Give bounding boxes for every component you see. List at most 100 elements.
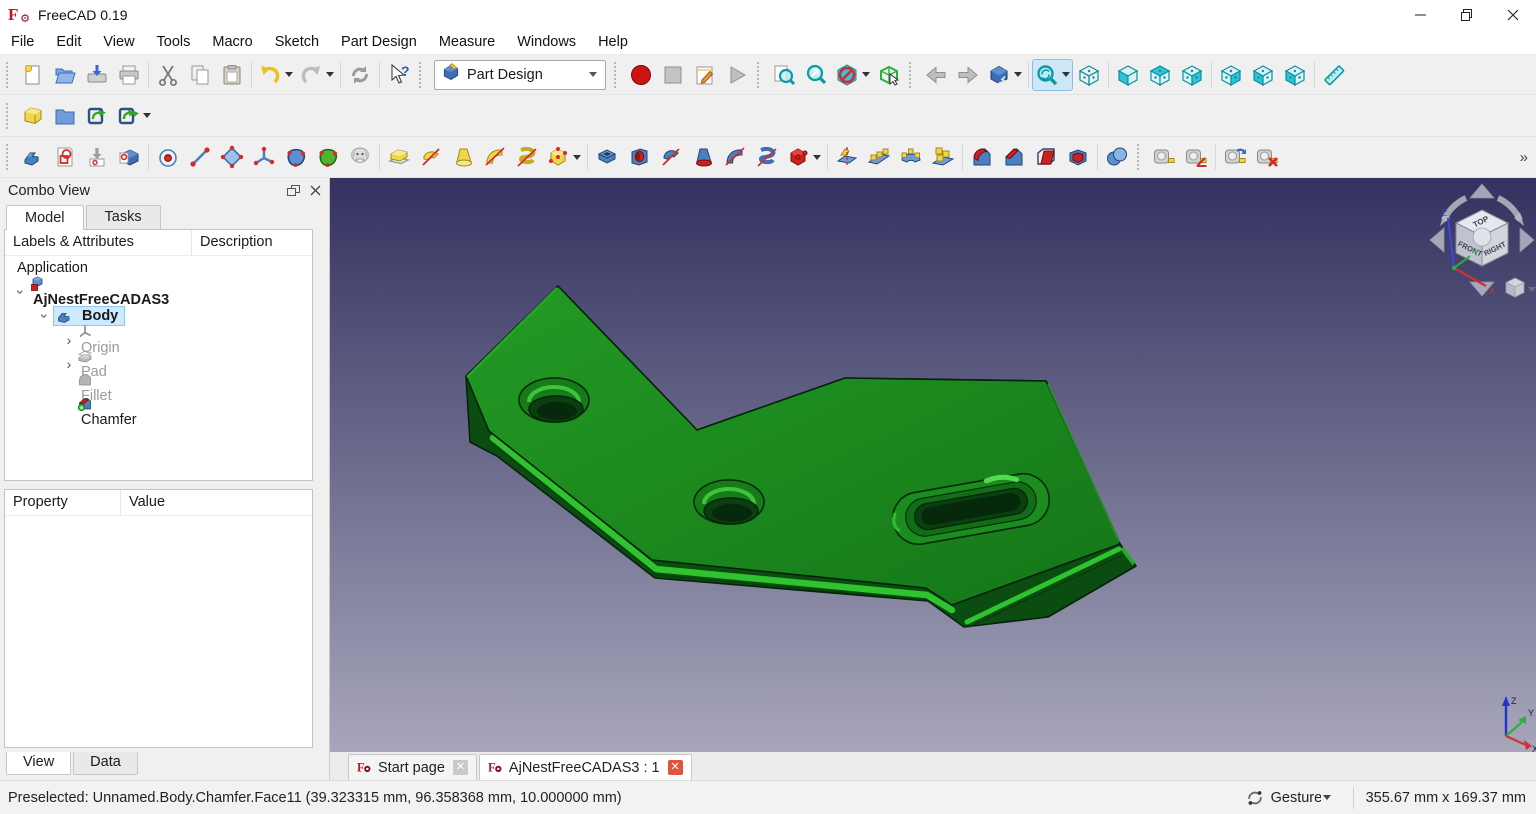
link-button[interactable] <box>81 100 113 132</box>
close-panel-icon[interactable] <box>310 185 321 196</box>
tree-expand-icon[interactable]: › <box>61 356 77 372</box>
dropdown-caret-icon[interactable] <box>285 72 293 77</box>
dropdown-caret-icon[interactable] <box>573 155 581 160</box>
addhelix-button[interactable] <box>511 141 543 173</box>
menu-measure[interactable]: Measure <box>428 30 506 55</box>
body-button[interactable] <box>17 141 49 173</box>
new-button[interactable] <box>17 59 49 91</box>
subhelix-button[interactable] <box>751 141 783 173</box>
sketchmap-button[interactable] <box>113 141 145 173</box>
copy-button[interactable] <box>184 59 216 91</box>
fitsel-button[interactable] <box>800 59 832 91</box>
menu-tools[interactable]: Tools <box>146 30 202 55</box>
menu-windows[interactable]: Windows <box>506 30 587 55</box>
nav-style-selector[interactable]: Gesture <box>1271 790 1321 806</box>
mlinear-button[interactable] <box>1148 141 1180 173</box>
revolve-button[interactable] <box>415 141 447 173</box>
record-button[interactable] <box>625 59 657 91</box>
restore-button[interactable] <box>1444 0 1490 30</box>
mangle-button[interactable] <box>1180 141 1212 173</box>
dpoint-button[interactable] <box>152 141 184 173</box>
subprim-button[interactable] <box>783 141 824 173</box>
sketchedit-button[interactable] <box>81 141 113 173</box>
hole-button[interactable] <box>623 141 655 173</box>
menu-view[interactable]: View <box>92 30 145 55</box>
tree-item-fillet[interactable]: Fillet <box>5 376 312 400</box>
menu-help[interactable]: Help <box>587 30 639 55</box>
tab-close-icon[interactable]: ✕ <box>668 760 683 775</box>
tab-data[interactable]: Data <box>73 752 138 775</box>
bindergreen-button[interactable] <box>312 141 344 173</box>
multitrans-button[interactable] <box>927 141 959 173</box>
addpipe-button[interactable] <box>479 141 511 173</box>
minimize-button[interactable] <box>1398 0 1444 30</box>
toolbar-grip[interactable] <box>6 62 14 88</box>
workbench-selector[interactable]: Part Design <box>434 60 606 90</box>
open-button[interactable] <box>49 59 81 91</box>
tree-item-pad[interactable]: ›Pad <box>5 352 312 376</box>
dropdown-caret-icon[interactable] <box>326 72 334 77</box>
document-tab-ajnestfreecadas3-1[interactable]: FAjNestFreeCADAS3 : 1✕ <box>479 754 692 780</box>
float-panel-icon[interactable] <box>287 185 300 197</box>
fillet-button[interactable] <box>966 141 998 173</box>
drawstyle-button[interactable] <box>984 59 1025 91</box>
tree-item-chamfer[interactable]: Chamfer <box>5 400 312 424</box>
cubeaxo-button[interactable] <box>1073 59 1105 91</box>
tab-tasks[interactable]: Tasks <box>86 205 161 229</box>
groove-button[interactable] <box>655 141 687 173</box>
tree-expand-icon[interactable]: › <box>61 332 77 348</box>
toolbar-grip[interactable] <box>419 62 427 88</box>
menu-sketch[interactable]: Sketch <box>264 30 330 55</box>
subloft-button[interactable] <box>687 141 719 173</box>
boxsel-button[interactable] <box>873 59 905 91</box>
cubetop-button[interactable] <box>1144 59 1176 91</box>
paste-button[interactable] <box>216 59 248 91</box>
cuberight-button[interactable] <box>1176 59 1208 91</box>
cubebottom-button[interactable] <box>1247 59 1279 91</box>
dropdown-caret-icon[interactable] <box>1014 72 1022 77</box>
thickness-button[interactable] <box>1062 141 1094 173</box>
undo-button[interactable] <box>255 59 296 91</box>
toolbar-grip[interactable] <box>614 62 622 88</box>
draft-button[interactable] <box>1030 141 1062 173</box>
dropdown-caret-icon[interactable] <box>862 72 870 77</box>
linearpat-button[interactable] <box>863 141 895 173</box>
tab-model[interactable]: Model <box>6 205 84 230</box>
document-tab-start-page[interactable]: FStart page✕ <box>348 754 477 780</box>
whatsthis-button[interactable]: ? <box>383 59 415 91</box>
refresh-button[interactable] <box>344 59 376 91</box>
toolbar-grip[interactable] <box>6 144 14 170</box>
subpipe-button[interactable] <box>719 141 751 173</box>
back-button[interactable] <box>920 59 952 91</box>
addprim-button[interactable] <box>543 141 584 173</box>
pad-button[interactable] <box>383 141 415 173</box>
toolbar-overflow-button[interactable]: » <box>1520 149 1528 166</box>
forward-button[interactable] <box>952 59 984 91</box>
clip-button[interactable] <box>832 59 873 91</box>
dline-button[interactable] <box>184 141 216 173</box>
chamfer-button[interactable] <box>998 141 1030 173</box>
cubefront-button[interactable] <box>1112 59 1144 91</box>
sketch-button[interactable] <box>49 141 81 173</box>
print-button[interactable] <box>113 59 145 91</box>
mrefresh-button[interactable] <box>1219 141 1251 173</box>
polarpat-button[interactable] <box>895 141 927 173</box>
menu-macro[interactable]: Macro <box>201 30 263 55</box>
boolean-button[interactable] <box>1101 141 1133 173</box>
toolbar-grip[interactable] <box>909 62 917 88</box>
cubeleft-button[interactable] <box>1279 59 1311 91</box>
link2-button[interactable] <box>113 100 154 132</box>
tab-view[interactable]: View <box>6 752 71 775</box>
groupfolder-button[interactable] <box>49 100 81 132</box>
toolbar-grip[interactable] <box>757 62 765 88</box>
dropdown-caret-icon[interactable] <box>813 155 821 160</box>
dcs-button[interactable] <box>248 141 280 173</box>
tab-close-icon[interactable]: ✕ <box>453 760 468 775</box>
zoomiso-button[interactable] <box>1032 59 1073 91</box>
cuberear-button[interactable] <box>1215 59 1247 91</box>
pocket-button[interactable] <box>591 141 623 173</box>
tree-item-ajnestfreecadas3[interactable]: ›AjNestFreeCADAS3 <box>5 280 312 304</box>
dropdown-caret-icon[interactable] <box>143 113 151 118</box>
binderblue-button[interactable] <box>280 141 312 173</box>
ruler-button[interactable] <box>1318 59 1350 91</box>
